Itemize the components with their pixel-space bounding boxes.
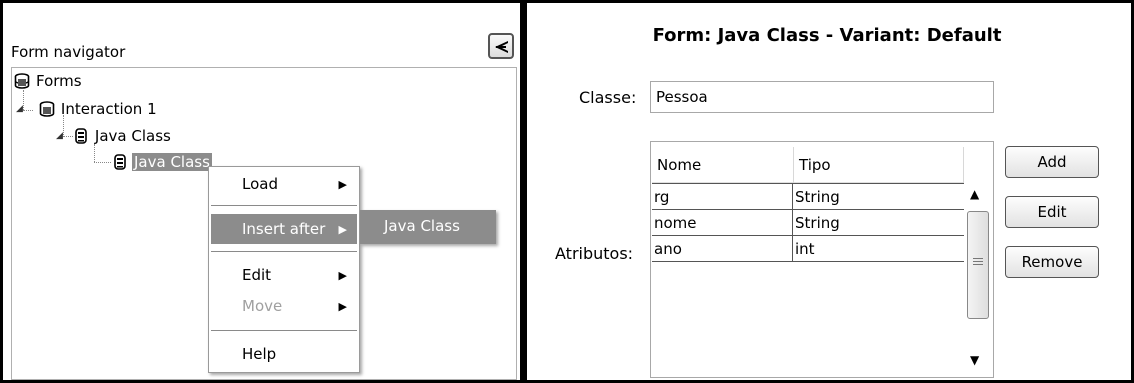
table-cell[interactable]: int — [792, 236, 964, 262]
atributos-table: Nome Tipo rg String nome String ano int … — [650, 141, 994, 378]
scrollbar-thumb[interactable] — [967, 211, 989, 319]
menu-item-load[interactable]: Load ▶ — [211, 169, 357, 199]
tree-label-forms: Forms — [36, 72, 82, 90]
class-icon — [114, 154, 126, 170]
form-navigator-panel: Form navigator Forms ◢ Interaction 1 ◢ J… — [0, 0, 520, 383]
tree-node-java-class-selected[interactable]: Java Class — [112, 151, 212, 173]
submenu-arrow-icon: ▶ — [338, 177, 347, 191]
menu-separator — [211, 205, 357, 206]
tree-label-interaction: Interaction 1 — [60, 100, 157, 118]
table-row[interactable]: rg String — [652, 183, 964, 210]
form-title: Form: Java Class - Variant: Default — [652, 25, 1002, 46]
table-cell[interactable]: ano — [652, 236, 792, 262]
table-cell[interactable]: nome — [652, 210, 792, 236]
table-scrollbar[interactable]: ▲ ▼ — [964, 183, 992, 375]
tree-node-forms[interactable]: Forms — [14, 70, 84, 92]
table-row[interactable]: ano int — [652, 235, 964, 262]
database-icon — [14, 73, 30, 89]
navigator-title: Form navigator — [11, 43, 126, 61]
tree-node-interaction[interactable]: ◢ Interaction 1 — [16, 98, 159, 120]
menu-label-move: Move — [242, 297, 283, 315]
insert-after-submenu: Java Class — [360, 210, 496, 244]
atributos-label: Atributos: — [555, 244, 634, 263]
column-header-tipo[interactable]: Tipo — [794, 147, 964, 183]
classe-input[interactable] — [650, 81, 994, 113]
tree-node-java-class[interactable]: ◢ Java Class — [56, 125, 173, 147]
submenu-arrow-icon: ▶ — [338, 299, 347, 313]
submenu-arrow-icon: ▶ — [338, 268, 347, 282]
menu-label-help: Help — [242, 345, 277, 363]
edit-button[interactable]: Edit — [1005, 196, 1099, 228]
table-cell[interactable]: String — [792, 184, 964, 210]
database-icon — [39, 101, 55, 117]
grip-icon — [973, 258, 983, 268]
menu-label-insert-after: Insert after — [242, 220, 326, 238]
form-panel: Form: Java Class - Variant: Default Clas… — [527, 0, 1134, 383]
menu-label-load: Load — [242, 175, 278, 193]
collapse-left-icon — [495, 41, 508, 53]
table-cell[interactable]: rg — [652, 184, 792, 210]
menu-separator — [211, 251, 357, 252]
menu-separator — [211, 330, 357, 331]
tree-label-selected: Java Class — [132, 153, 212, 171]
classe-label: Classe: — [579, 88, 637, 107]
menu-item-insert-after[interactable]: Insert after ▶ — [211, 214, 357, 244]
collapse-left-button[interactable] — [488, 33, 514, 59]
class-icon — [75, 128, 87, 144]
table-cell[interactable]: String — [792, 210, 964, 236]
navigator-header: Form navigator — [11, 33, 517, 67]
add-button[interactable]: Add — [1005, 146, 1099, 178]
scroll-up-arrow-icon[interactable]: ▲ — [970, 187, 979, 201]
table-header: Nome Tipo — [652, 147, 964, 183]
column-header-nome[interactable]: Nome — [652, 147, 794, 183]
menu-item-move: Move ▶ — [211, 291, 357, 321]
tree-label-java-class: Java Class — [94, 127, 171, 145]
remove-button[interactable]: Remove — [1005, 246, 1099, 278]
context-menu: Load ▶ Insert after ▶ Edit ▶ Move ▶ Help — [208, 166, 360, 373]
scroll-down-arrow-icon[interactable]: ▼ — [970, 353, 979, 367]
expanded-triangle-icon[interactable]: ◢ — [16, 104, 23, 114]
submenu-item-java-class[interactable]: Java Class — [384, 217, 460, 235]
panel-divider[interactable] — [520, 0, 527, 383]
menu-item-edit[interactable]: Edit ▶ — [211, 260, 357, 290]
expanded-triangle-icon[interactable]: ◢ — [56, 131, 63, 141]
menu-label-edit: Edit — [242, 266, 272, 284]
menu-item-help[interactable]: Help — [211, 339, 357, 369]
submenu-arrow-icon: ▶ — [338, 222, 347, 236]
table-row[interactable]: nome String — [652, 209, 964, 236]
